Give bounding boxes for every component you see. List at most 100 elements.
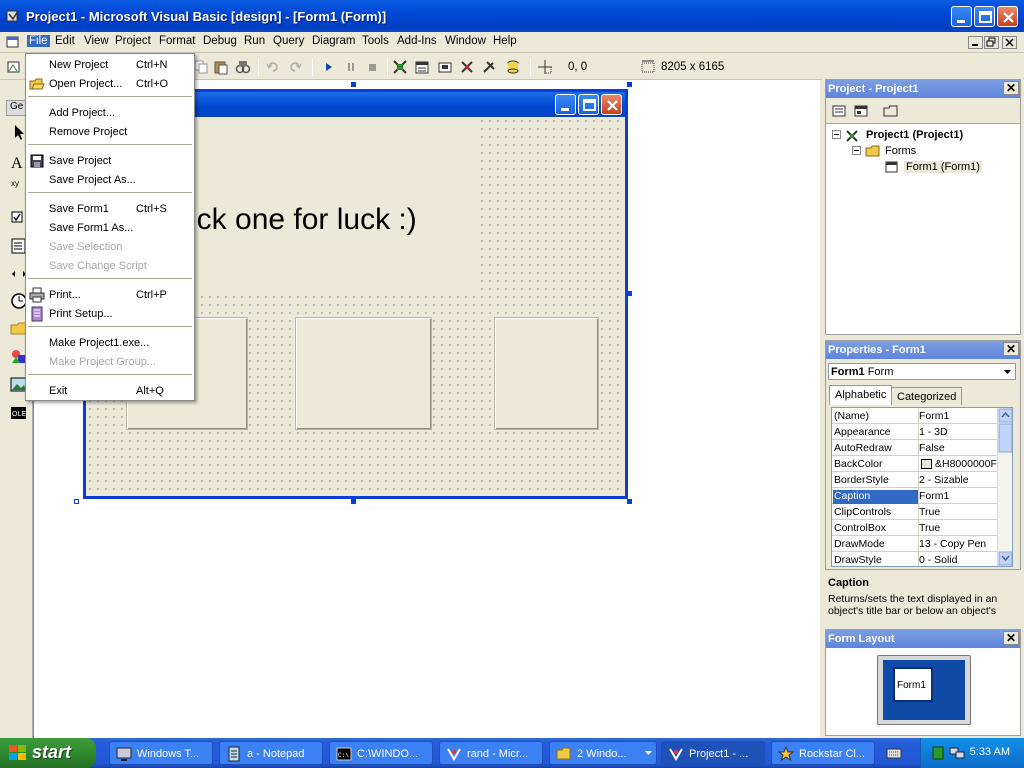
properties-panel-close-button[interactable]: ✕ (1003, 342, 1019, 356)
title-bar[interactable]: Project1 - Microsoft Visual Basic [desig… (0, 0, 1024, 32)
menu-diagram[interactable]: Diagram (310, 35, 357, 47)
copy-icon[interactable] (193, 59, 209, 75)
undo-icon[interactable] (265, 59, 281, 75)
console-icon: C:\ (336, 747, 352, 761)
form1-preview[interactable]: Form1 (893, 667, 933, 702)
property-row-selected[interactable]: Caption Form1 (832, 488, 998, 504)
mdi-minimize-button[interactable] (968, 36, 983, 49)
menu-item-save-form1[interactable]: Save Form1 Ctrl+S (26, 199, 194, 218)
collapse-icon[interactable] (852, 146, 862, 156)
data-view-icon[interactable] (505, 59, 521, 75)
menu-item-remove-project[interactable]: Remove Project (26, 122, 194, 141)
property-row[interactable]: ClipControls True (832, 504, 998, 520)
menu-item-print-setup[interactable]: Print Setup... (26, 304, 194, 323)
tab-categorized[interactable]: Categorized (891, 387, 963, 405)
property-row[interactable]: Appearance 1 - 3D (832, 424, 998, 440)
resize-handle-top-right[interactable] (627, 82, 632, 87)
task-rand-project[interactable]: rand - Micr... (439, 741, 543, 765)
keyboard-icon[interactable] (886, 745, 902, 761)
menu-item-add-project[interactable]: Add Project... (26, 103, 194, 122)
form-maximize-button[interactable] (578, 94, 599, 115)
pause-icon[interactable] (343, 59, 359, 75)
property-row[interactable]: AutoRedraw False (832, 440, 998, 456)
menu-item-make-exe[interactable]: Make Project1.exe... (26, 333, 194, 352)
menu-item-save-form1-as[interactable]: Save Form1 As... (26, 218, 194, 237)
redo-icon[interactable] (287, 59, 303, 75)
project-explorer-icon[interactable] (392, 59, 408, 75)
menu-window[interactable]: Window (443, 35, 488, 47)
menu-edit[interactable]: Edit (53, 35, 77, 47)
resize-handle-top[interactable] (351, 82, 356, 87)
find-icon[interactable] (235, 59, 251, 75)
property-row[interactable]: (Name) Form1 (832, 408, 998, 424)
menu-query[interactable]: Query (271, 35, 306, 47)
resize-handle-bottom[interactable] (351, 499, 356, 504)
chevron-down-icon[interactable] (1002, 367, 1013, 376)
menu-debug[interactable]: Debug (201, 35, 239, 47)
property-row[interactable]: DrawStyle 0 - Solid (832, 552, 998, 566)
printer-icon (29, 287, 45, 303)
pick-button-2[interactable] (295, 317, 432, 430)
tab-alphabetic[interactable]: Alphabetic (829, 385, 893, 405)
form-layout-icon[interactable] (437, 59, 453, 75)
view-code-icon[interactable] (831, 103, 847, 119)
property-row[interactable]: ControlBox True (832, 520, 998, 536)
system-tray: 5:33 AM (920, 738, 1024, 768)
menu-item-open-project[interactable]: Open Project... Ctrl+O (26, 74, 194, 93)
resize-handle-bottom-right[interactable] (627, 499, 632, 504)
menu-item-exit[interactable]: Exit Alt+Q (26, 381, 194, 400)
paste-icon[interactable] (213, 59, 229, 75)
menu-file[interactable]: File (27, 35, 50, 47)
menu-tools[interactable]: Tools (360, 35, 391, 47)
toggle-folders-icon[interactable] (883, 103, 899, 119)
menu-add-ins[interactable]: Add-Ins (395, 35, 439, 47)
start-button[interactable]: start (0, 738, 96, 768)
menu-run[interactable]: Run (242, 35, 267, 47)
object-browser-icon[interactable] (459, 59, 475, 75)
properties-window-icon[interactable] (414, 59, 430, 75)
menu-item-save-project[interactable]: Save Project (26, 151, 194, 170)
ole-tool-icon[interactable]: OLE (9, 403, 29, 423)
form-minimize-button[interactable] (555, 94, 576, 115)
property-row[interactable]: BorderStyle 2 - Sizable (832, 472, 998, 488)
task-windows-tasks[interactable]: Windows T... (109, 741, 213, 765)
form-doc-icon[interactable] (6, 35, 20, 49)
luck-label[interactable]: Pick one for luck :) (170, 117, 480, 295)
task-notepad[interactable]: a - Notepad (219, 741, 323, 765)
project-panel-close-button[interactable]: ✕ (1003, 81, 1019, 95)
form-layout-close-button[interactable]: ✕ (1003, 631, 1019, 645)
resize-handle-right[interactable] (627, 291, 632, 296)
minimize-button[interactable] (951, 6, 972, 27)
menu-view[interactable]: View (82, 35, 111, 47)
menu-item-save-project-as[interactable]: Save Project As... (26, 170, 194, 189)
collapse-icon[interactable] (832, 130, 842, 140)
property-row[interactable]: BackColor &H8000000F (832, 456, 998, 472)
task-windows-explorer-group[interactable]: 2 Windo... (549, 741, 657, 765)
task-command-prompt[interactable]: C:\ C:\WINDO... (329, 741, 433, 765)
network-icon[interactable] (949, 745, 965, 761)
maximize-button[interactable] (974, 6, 995, 27)
menu-project[interactable]: Project (113, 35, 153, 47)
menu-item-print[interactable]: Print... Ctrl+P (26, 285, 194, 304)
pick-button-3[interactable] (494, 317, 599, 430)
mdi-close-button[interactable] (1002, 36, 1017, 49)
properties-scrollbar[interactable] (997, 408, 1012, 566)
object-selector-dropdown[interactable]: Form1 Form (828, 363, 1016, 380)
menu-item-new-project[interactable]: New Project Ctrl+N (26, 55, 194, 74)
mdi-restore-button[interactable] (984, 36, 999, 49)
resize-handle-bottom-left[interactable] (74, 499, 79, 504)
stop-icon[interactable] (365, 59, 381, 75)
property-row[interactable]: DrawMode 13 - Copy Pen (832, 536, 998, 552)
tray-app-icon[interactable] (931, 745, 945, 761)
menu-help[interactable]: Help (491, 35, 519, 47)
task-project1[interactable]: Project1 - ... (661, 741, 765, 765)
toolbox-icon[interactable] (481, 59, 497, 75)
menu-format[interactable]: Format (157, 35, 197, 47)
task-rockstar[interactable]: Rockstar Cl... (771, 741, 875, 765)
run-icon[interactable] (321, 59, 337, 75)
view-object-icon[interactable] (853, 103, 869, 119)
add-project-icon[interactable] (6, 59, 22, 75)
form-layout-title: Form Layout (826, 630, 1020, 648)
form-close-button[interactable] (601, 94, 622, 115)
close-button[interactable] (997, 6, 1018, 27)
